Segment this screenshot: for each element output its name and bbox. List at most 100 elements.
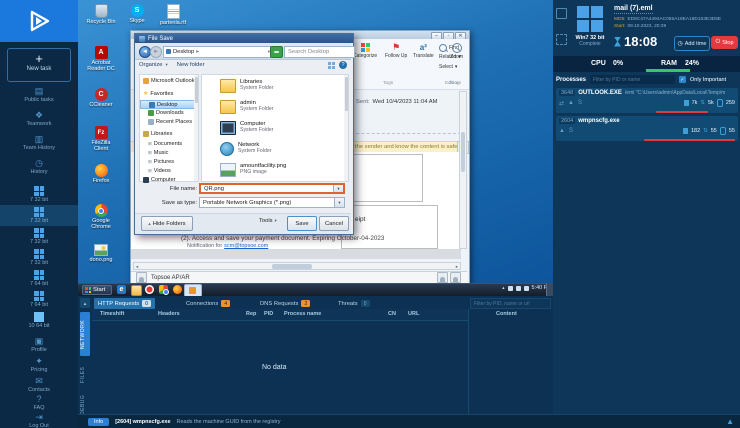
select-button[interactable]: Select▾ [439,64,457,70]
ie-icon[interactable]: e [117,285,126,294]
desktop-icon-skype[interactable]: S Skype [120,4,154,24]
network-tray-icon[interactable] [516,286,521,291]
explorer-icon[interactable] [131,285,142,296]
email-link[interactable]: scm@topsoe.com [224,243,268,249]
sidebar-item-contacts[interactable]: ✉ Contacts [0,376,78,393]
sidebar-item-public-tasks[interactable]: ▤ Public tasks [0,86,78,103]
desktop-icon-acrobat[interactable]: A Acrobat Reader DC [84,46,118,72]
avatar[interactable] [450,272,461,283]
tab-dns-requests[interactable]: DNS Requests2 [256,298,314,309]
desktop-icon-recycle-bin[interactable]: Recycle Bin [84,4,118,25]
dialog-titlebar[interactable]: File Save [135,34,353,43]
vscrollbar-thumb[interactable] [461,132,465,172]
tools-button[interactable]: Tools ▾ [259,218,277,224]
scroll-left-icon[interactable]: ◄ [135,264,139,269]
tab-http-requests[interactable]: HTTP Requests0 [94,298,155,309]
action-center-icon[interactable] [524,286,529,291]
like-icon[interactable]: ▲ [726,417,734,426]
sidebar-item-pricing[interactable]: ✦ Pricing [0,356,78,373]
volume-icon[interactable] [508,286,513,291]
side-tab-network[interactable]: NETWORK [80,312,90,356]
sidebar-task-win7-32-4[interactable]: 7 32 bit [0,247,78,268]
info-badge[interactable]: Info [88,418,109,426]
sample-file-name[interactable]: mail (7).eml [614,5,653,14]
panel-filter-input[interactable]: Filter by PID, name or url [470,298,551,309]
hide-folders-button[interactable]: ▴ Hide Folders [141,216,193,231]
save-type-dropdown-icon[interactable]: ▾ [334,198,344,207]
file-item-computer[interactable]: ComputerSystem Folder [220,121,273,135]
open-external-icon[interactable] [556,8,567,19]
chrome-taskbar-icon[interactable] [159,285,168,294]
breadcrumb[interactable]: Desktop ▸ ▾ [163,46,273,58]
fullscreen-icon[interactable] [556,34,567,45]
vertical-scrollbar[interactable] [459,91,467,249]
expand-icon[interactable]: ⊞ [148,141,152,147]
scroll-right-icon[interactable]: ► [455,264,459,269]
sidebar-task-win7-32-3[interactable]: 7 32 bit [0,226,78,247]
people-pane[interactable]: Topsoe AP/AR [131,271,467,283]
sidebar-item-faq[interactable]: ? FAQ [0,394,78,411]
help-icon[interactable]: ? [339,61,347,69]
desktop-icon-firefox[interactable]: Firefox [84,164,118,184]
sidebar-task-win10-64[interactable]: 10 64 bit [0,310,78,331]
expand-icon[interactable]: ⊞ [148,159,152,165]
anyrun-logo[interactable] [0,0,78,42]
save-type-select[interactable]: Portable Network Graphics (*.png) ▾ [199,197,345,208]
search-input[interactable]: Search Desktop [284,46,355,58]
file-item-admin[interactable]: adminSystem Folder [220,100,273,114]
opera-icon[interactable] [145,285,154,294]
desktop-icon-filezilla[interactable]: Fz FileZilla Client [84,126,118,152]
side-tab-files[interactable]: FILES [80,362,90,388]
add-time-button[interactable]: ◷ Add time [674,36,710,51]
desktop-icon-ccleaner[interactable]: C CCleaner [84,88,118,108]
sidebar-item-teamwork[interactable]: ❖ Teamwork [0,110,78,127]
tree-item-desktop[interactable]: Desktop [140,100,198,109]
desktop-icon-dono[interactable]: dono.png [84,244,118,263]
sidebar-task-win7-64-2[interactable]: 7 64 bit [0,289,78,310]
horizontal-scrollbar[interactable]: ◄ ► [133,262,461,270]
file-name-dropdown-icon[interactable]: ▾ [333,185,343,192]
new-folder-button[interactable]: New folder [177,62,205,68]
organize-button[interactable]: Organize [139,62,163,68]
sidebar-task-win7-32-1[interactable]: 7 32 bit [0,184,78,205]
forward-button[interactable]: ► [150,46,162,58]
tab-connections[interactable]: Connections4 [182,298,234,309]
sidebar-task-win7-32-2[interactable]: 7 32 bit [0,205,78,226]
zoom-button[interactable]: Zoom [450,43,463,60]
stop-button[interactable]: ⏻ Stop [711,36,738,49]
save-button[interactable]: Save [287,216,317,231]
file-item-network[interactable]: NetworkSystem Folder [220,142,271,156]
categorize-button[interactable]: Categorize [353,43,377,59]
file-name-input[interactable]: QR.png ▾ [199,183,345,194]
process-row-outlook[interactable]: 3648 OUTLOOK.EXE /eml "C:\Users\admin\Ap… [556,88,738,113]
tree-item-computer[interactable]: Computer [140,177,201,183]
follow-up-button[interactable]: ⚑ Follow Up [385,43,407,59]
scrollbar-thumb[interactable] [272,264,312,269]
sidebar-item-logout[interactable]: ⇥ Log Out [0,412,78,428]
only-important-checkbox[interactable]: ✓ [679,76,686,83]
translate-button[interactable]: a² Translate [413,43,434,59]
expand-icon[interactable]: ⊞ [148,150,152,156]
new-task-button[interactable]: + New task [7,48,71,82]
system-tray[interactable]: ▴ 5:40 PM [502,285,552,291]
file-item-png[interactable]: amountfacility.pngPNG image [220,163,286,177]
file-item-libraries[interactable]: LibrariesSystem Folder [220,79,273,93]
collapse-panel-icon[interactable]: ▲ [80,298,90,308]
restart-icon[interactable]: ⇄ [559,100,564,107]
process-row-wmpnscfg[interactable]: 2604 wmpnscfg.exe ▲ S 182 ⇅ 55 55 [556,116,738,141]
cancel-button[interactable]: Cancel [319,216,349,231]
list-scrollbar[interactable] [344,75,348,181]
expand-icon[interactable]: ⊞ [148,168,152,174]
show-desktop-button[interactable] [546,283,553,296]
sidebar-item-profile[interactable]: ▣ Profile [0,336,78,353]
refresh-button[interactable] [270,46,283,58]
tray-expand-icon[interactable]: ▴ [502,285,504,291]
desktop-icon-partenla[interactable]: partenla.rtf [156,4,190,26]
view-options-icon[interactable] [328,62,335,69]
tree-item-outlook[interactable]: Microsoft Outlook [140,78,201,84]
sidebar-item-history[interactable]: ◷ History [0,158,78,175]
tree-scrollbar[interactable] [194,75,198,181]
tree-item-favorites[interactable]: ★ Favorites [140,90,201,97]
avatar[interactable] [437,272,448,283]
firefox-taskbar-icon[interactable] [173,285,182,294]
